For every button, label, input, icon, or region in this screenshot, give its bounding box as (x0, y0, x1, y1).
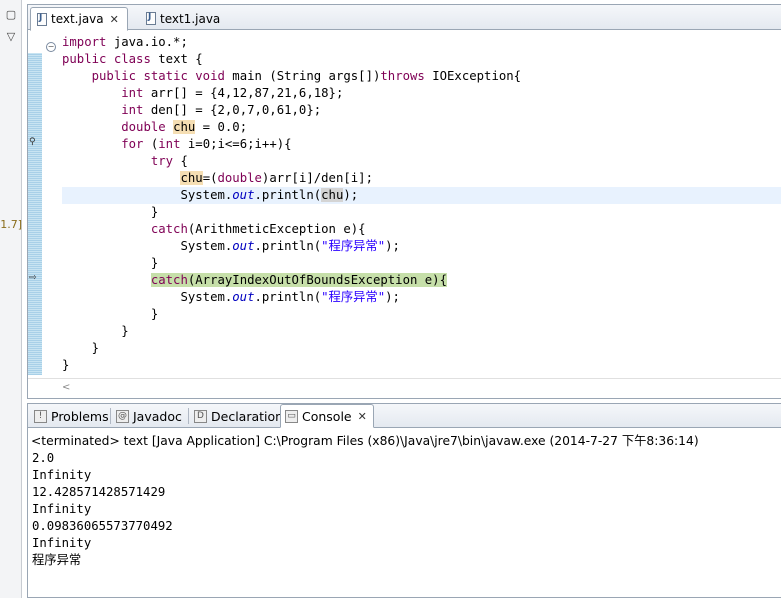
console-line: 程序异常 (32, 553, 82, 567)
tab-label: Javadoc (133, 408, 182, 424)
code-line: } (62, 256, 159, 270)
tab-label: Console (302, 408, 352, 424)
declaration-icon: D (194, 409, 207, 423)
tab-console[interactable]: ▭ Console ✕ (280, 404, 374, 428)
editor-tab-bar: text.java ✕ text1.java (28, 5, 781, 31)
jre-version-label: 1.7] (0, 218, 22, 231)
java-file-icon (37, 12, 47, 26)
tab-problems[interactable]: ! Problems (30, 405, 115, 427)
javadoc-icon: @ (116, 409, 129, 423)
instruction-pointer-icon: ⇨ (29, 273, 37, 283)
horizontal-scrollbar[interactable]: < (28, 378, 781, 398)
code-line: public static void main (String args[])t… (91, 69, 522, 83)
console-icon: ▭ (285, 409, 298, 423)
tab-javadoc[interactable]: @ Javadoc (112, 405, 188, 427)
console-line: 0.09836065573770492 (32, 519, 173, 533)
collapse-icon[interactable]: − (46, 42, 56, 52)
console-line: Infinity (32, 502, 92, 516)
ruler-blank-area (28, 31, 42, 53)
view-menu-icon[interactable]: ▽ (4, 30, 18, 44)
code-line: } (62, 358, 70, 372)
tab-text-java[interactable]: text.java ✕ (30, 7, 128, 31)
code-line: System.out.println("程序异常"); (62, 290, 400, 304)
bottom-view-stack: ! Problems @ Javadoc D Declaration ▭ Con… (27, 403, 781, 598)
code-line: } (62, 205, 159, 219)
code-line: System.out.println(chu); (62, 187, 781, 204)
code-area[interactable]: import java.io.*; public class text { pub… (62, 34, 781, 374)
tab-label: text1.java (160, 11, 221, 26)
tab-declaration[interactable]: D Declaration (190, 405, 289, 427)
minimized-view-stack: ▢ ▽ 1.7] (0, 0, 22, 598)
code-line: import java.io.*; (62, 35, 188, 49)
console-line: 2.0 (32, 451, 55, 465)
java-file-icon (146, 12, 156, 25)
code-line: try { (150, 154, 188, 168)
code-line: catch(ArithmeticException e){ (150, 222, 366, 236)
code-line: catch(ArrayIndexOutOfBoundsException e){ (150, 273, 447, 287)
code-line: int den[] = {2,0,7,0,61,0}; (121, 103, 322, 117)
view-tab-bar: ! Problems @ Javadoc D Declaration ▭ Con… (28, 404, 781, 428)
console-line: 12.428571428571429 (32, 485, 166, 499)
restore-icon[interactable]: ▢ (4, 8, 18, 22)
close-icon[interactable]: ✕ (110, 13, 119, 26)
java-editor: text.java ✕ text1.java ⚲ ⇨ − import java… (27, 4, 781, 399)
code-line: } (62, 324, 129, 338)
search-occurrence-icon: ⚲ (29, 137, 36, 147)
folding-column: − (43, 31, 59, 375)
console-line: Infinity (32, 536, 92, 550)
tab-separator (188, 408, 189, 424)
code-line: chu=(double)arr[i]/den[i]; (180, 171, 373, 185)
code-line: public class text { (62, 52, 203, 66)
problems-icon: ! (34, 409, 47, 423)
tab-separator (110, 408, 111, 424)
overview-ruler (28, 31, 42, 375)
code-line: double chu = 0.0; (121, 120, 248, 134)
tab-label: Declaration (211, 408, 284, 424)
code-line: } (62, 341, 100, 355)
tab-label: text.java (51, 12, 104, 26)
close-icon[interactable]: ✕ (358, 410, 367, 423)
code-line: } (62, 307, 159, 321)
console-process-label: <terminated> text [Java Application] C:\… (31, 434, 699, 448)
tab-text1-java[interactable]: text1.java (140, 7, 228, 30)
scroll-left-icon[interactable]: < (62, 382, 70, 393)
console-line: Infinity (32, 468, 92, 482)
tab-label: Problems (51, 408, 109, 424)
code-line: for (int i=0;i<=6;i++){ (121, 137, 292, 151)
code-line: int arr[] = {4,12,87,21,6,18}; (121, 86, 344, 100)
code-line: System.out.println("程序异常"); (62, 239, 400, 253)
console-output[interactable]: 2.0 Infinity 12.428571428571429 Infinity… (32, 450, 173, 569)
